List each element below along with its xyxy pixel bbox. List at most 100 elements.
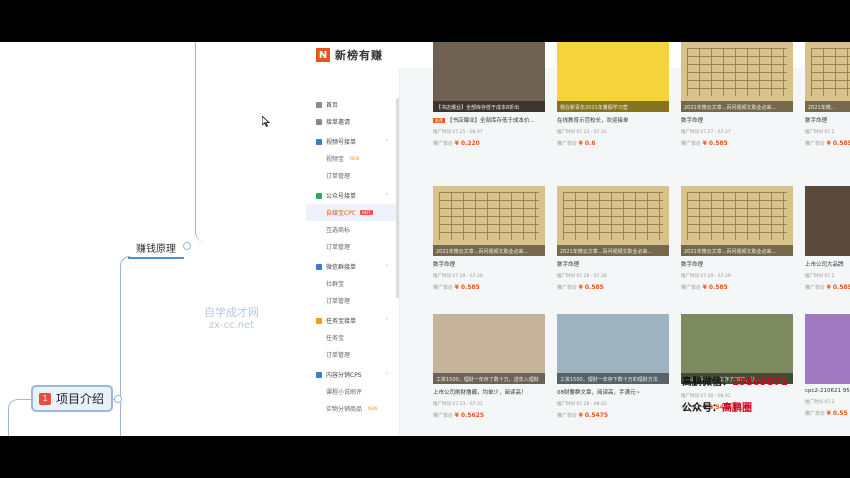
sidebar-item[interactable]: 首页 [306, 96, 399, 113]
sidebar-icon [316, 118, 322, 125]
sidebar-item-label: 社群宝 [326, 281, 345, 288]
task-title[interactable]: 推荐 【书店爆业】全部库存低于成本价... [433, 116, 545, 124]
chevron-up-icon[interactable]: ⌃ [385, 139, 389, 145]
task-card[interactable]: 2021年微云文章...百问视频文职业必来... 数字命理 推广时间 07.27 -… [681, 42, 793, 160]
sidebar-item-label: 互选商标 [326, 227, 351, 234]
sidebar-icon [316, 101, 322, 108]
chevron-up-icon[interactable]: ⌃ [385, 264, 389, 270]
price-value: ¥ 0.585 [826, 284, 850, 291]
collapse-toggle-icon[interactable] [183, 242, 191, 250]
sidebar-item-label: 视频宝 [326, 156, 345, 163]
task-date: 推广时间 07.2 [805, 130, 835, 135]
task-thumbnail[interactable]: 我在新青年2021年暑假学习营 [557, 42, 669, 112]
sidebar-item[interactable]: 实物分销商品 NEW [306, 400, 399, 417]
task-card[interactable]: 2021年微云文章...百问视频文职业必来... 数字命理 推广时间 07.28 -… [433, 186, 545, 304]
task-title[interactable]: 上市公司大品牌 [805, 260, 850, 268]
sidebar-item-label: 自媒宝CPC [326, 210, 356, 217]
sidebar-item[interactable]: 订单管理 [306, 167, 399, 184]
task-date: 推广时间 07.13 - 07.31 [433, 402, 483, 407]
mindmap-root-node[interactable]: 1 项目介绍 [31, 385, 113, 412]
task-card[interactable]: 2021年微云文章...百问视频文职业必来... 数字命理 推广时间 07.28 -… [557, 186, 669, 304]
task-thumbnail[interactable] [805, 314, 850, 384]
sidebar-item-label: 任务宝 [326, 335, 345, 342]
thumbnail-caption: 2021年微云文章...百问视频文职业必来... [557, 245, 669, 256]
task-title[interactable]: 数字命理 [681, 116, 793, 124]
task-thumbnail[interactable]: 2021年微云文章...百问视频文职业必来... [681, 42, 793, 112]
task-title[interactable]: 上市公司刷财撸薅，均单少，阅读高！ [433, 388, 545, 396]
task-thumbnail[interactable]: 2021年微... [805, 42, 850, 112]
task-thumbnail[interactable]: 2021年微云文章...百问视频文职业必来... [433, 186, 545, 256]
wechat-label: 高鹏微信： [682, 377, 732, 388]
sidebar-item[interactable]: 任务宝接单 ⌃ [306, 312, 399, 329]
task-title-text: 上市公司刷财撸薅，均单少，阅读高！ [433, 390, 527, 396]
collapse-toggle-icon[interactable] [114, 395, 122, 403]
chevron-up-icon[interactable]: ⌃ [385, 193, 389, 199]
hot-badge: 推荐 [433, 118, 445, 123]
sidebar-item[interactable]: 课程小说刷评 [306, 383, 399, 400]
sidebar-item[interactable]: 订单管理 [306, 346, 399, 363]
task-thumbnail[interactable]: 【书店爆业】全部库存低于成本8折出 [433, 42, 545, 112]
task-thumbnail[interactable]: 2021年微云文章...百问视频文职业必来... [557, 186, 669, 256]
sidebar-item[interactable]: 公众号接单 ⌃ [306, 187, 399, 204]
price-label: 推广单价 [557, 141, 578, 147]
task-date: 推广时间 07.28 - 08.02 [557, 402, 607, 407]
task-thumbnail[interactable] [805, 186, 850, 256]
task-card[interactable]: cpc2-210621 95... 推广时间 07.2 推广单价 ¥ 0.55 [805, 314, 850, 432]
sidebar-item[interactable]: 订单管理 [306, 292, 399, 309]
task-title[interactable]: 在线教育示范校长，欢迎接单 [557, 116, 669, 124]
sidebar-item-label: 订单管理 [326, 173, 351, 180]
scrollbar[interactable] [396, 98, 399, 298]
price-label: 推广单价 [557, 285, 578, 291]
chevron-up-icon[interactable]: ⌃ [385, 318, 389, 324]
task-thumbnail[interactable]: 工资1500，理财一年存了数十万，送年入理财 [433, 314, 545, 384]
task-date: 推广时间 07.2 [805, 274, 835, 279]
task-title-text: 上市公司大品牌 [805, 262, 844, 268]
task-price: 推广单价 ¥ 0.585 [557, 284, 669, 291]
thumbnail-caption: 2021年微云文章...百问视频文职业必来... [681, 101, 793, 112]
sidebar-item[interactable]: 内容分销CPS ⌃ [306, 366, 399, 383]
task-card[interactable]: 我在新青年2021年暑假学习营在线教育示范校长，欢迎接单 推广时间 07.23 -… [557, 42, 669, 160]
task-card[interactable]: 上市公司大品牌 推广时间 07.2 推广单价 ¥ 0.585 [805, 186, 850, 304]
task-price: 推广单价 ¥ 0.585 [805, 284, 850, 291]
logo-icon[interactable]: N [316, 48, 330, 62]
task-title-text: 【书店爆业】全部库存低于成本价... [447, 118, 535, 124]
mindmap-node[interactable]: 赚钱原理 [128, 240, 184, 259]
task-title-text: 数字命理 [557, 262, 580, 268]
sidebar-item[interactable]: 接单邀请 [306, 113, 399, 130]
task-thumbnail[interactable]: 工资1500，理财一年存下数十万的理财方法 [557, 314, 669, 384]
task-title[interactable]: 数字命理 [557, 260, 669, 268]
sidebar-item-label: 订单管理 [326, 298, 351, 305]
chevron-up-icon[interactable]: ⌃ [385, 372, 389, 378]
sidebar-icon [316, 138, 322, 145]
wechat-value: 19809871 [732, 377, 788, 388]
task-card[interactable]: 工资1500，理财一年存下数十万的理财方法 08财要群文章，阅读高，手满元~ 推广时… [557, 314, 669, 432]
sidebar-item[interactable]: 社群宝 [306, 275, 399, 292]
task-title[interactable]: cpc2-210621 95... [805, 388, 850, 394]
task-price: 推广单价 ¥ 0.6 [557, 140, 669, 147]
sidebar-item[interactable]: 自媒宝CPC HOT [306, 204, 399, 221]
sidebar-item[interactable]: 微信群接单 ⌃ [306, 258, 399, 275]
task-title[interactable]: 08财要群文章，阅读高，手满元~ [557, 388, 669, 396]
sidebar-item[interactable]: 互选商标 [306, 221, 399, 238]
task-title[interactable]: 数字命理 [681, 260, 793, 268]
task-title[interactable]: 数字命理 [805, 116, 850, 124]
sidebar-item[interactable]: 视频号接单 ⌃ [306, 133, 399, 150]
sidebar-item[interactable]: 视频宝 NEW [306, 150, 399, 167]
task-card[interactable]: 工资1500，理财一年存了数十万，送年入理财上市公司刷财撸薅，均单少，阅读高！ 推… [433, 314, 545, 432]
logo-text[interactable]: 新榜有赚 [335, 47, 383, 63]
sidebar: 首页 接单邀请 视频号接单 ⌃ 视频宝 NEW 订单管理 公众号接单 ⌃ 自媒宝CPC HOT 互选商… [306, 68, 400, 436]
mouse-cursor-icon [262, 116, 270, 127]
task-price: 推广单价 ¥ 0.585 [681, 284, 793, 291]
priority-badge: 1 [39, 392, 51, 405]
task-date: 推广时间 07.23 - 07.31 [557, 130, 607, 135]
thumbnail-caption: 工资1500，理财一年存了数十万，送年入理财 [433, 373, 545, 384]
task-card[interactable]: 2021年微云文章...百问视频文职业必来... 数字命理 推广时间 07.29 -… [681, 186, 793, 304]
mindmap-connector [195, 42, 205, 242]
task-thumbnail[interactable]: 2021年微云文章...百问视频文职业必来... [681, 186, 793, 256]
task-card[interactable]: 【书店爆业】全部库存低于成本8折出 推荐 【书店爆业】全部库存低于成本价... 推广时… [433, 42, 545, 160]
task-card[interactable]: 2021年微... 数字命理 推广时间 07.2 推广单价 ¥ 0.585 [805, 42, 850, 160]
sidebar-item[interactable]: 订单管理 [306, 238, 399, 255]
task-title[interactable]: 数字命理 [433, 260, 545, 268]
sidebar-item[interactable]: 任务宝 [306, 329, 399, 346]
gzh-value: 高鹏圈 [722, 403, 752, 414]
